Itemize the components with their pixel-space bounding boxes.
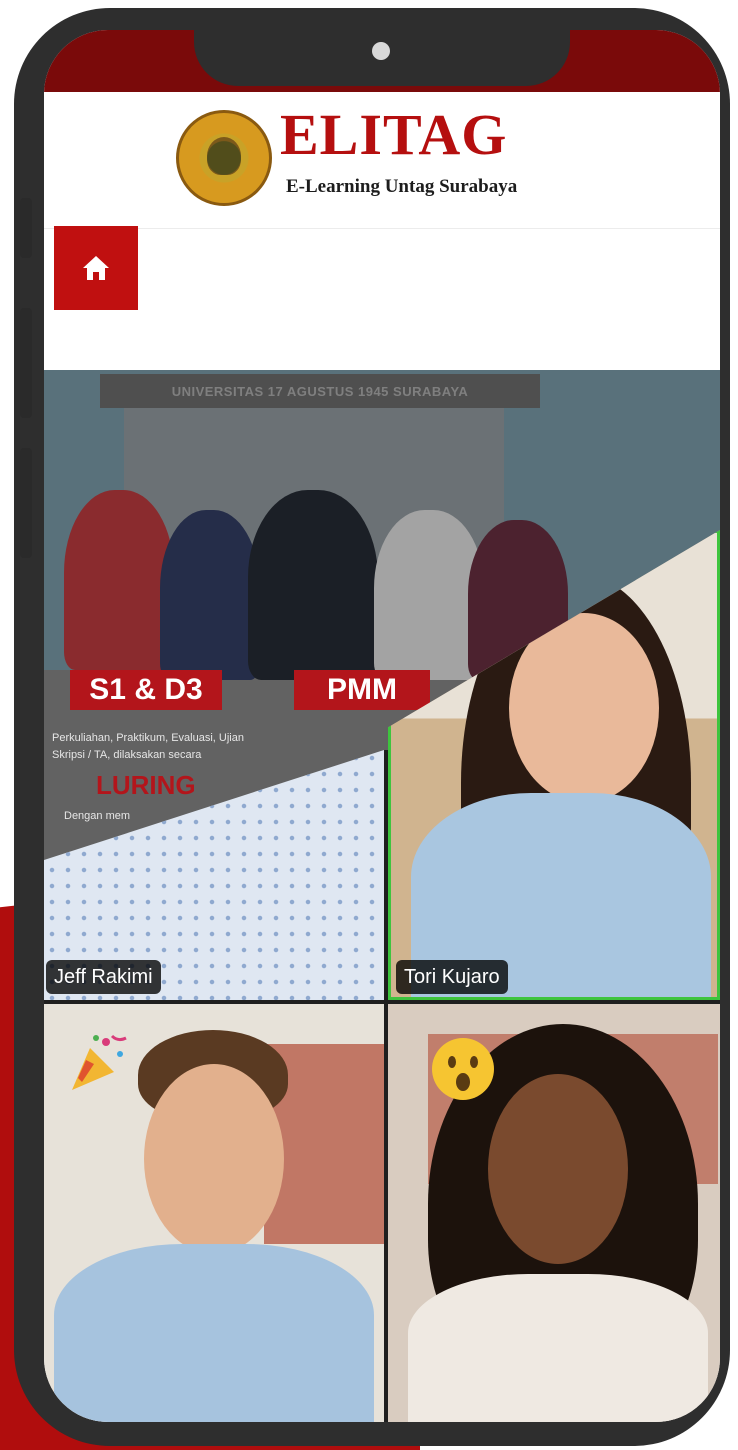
party-popper-icon xyxy=(66,1030,132,1096)
hero-banner: UNIVERSITAS 17 AGUSTUS 1945 SURABAYA S1 … xyxy=(44,370,720,1422)
site-header: ELITAG E-Learning Untag Surabaya xyxy=(44,92,720,229)
participant-face xyxy=(509,613,659,803)
brand-subtitle: E-Learning Untag Surabaya xyxy=(286,176,518,197)
surprised-face-icon xyxy=(430,1036,496,1102)
university-seal-logo xyxy=(176,110,272,206)
participant-name-label: Tori Kujaro xyxy=(396,960,508,994)
phone-side-button xyxy=(20,308,32,418)
home-icon xyxy=(83,256,109,280)
participant-name-label: Jeff Rakimi xyxy=(46,960,161,994)
brand-title: ELITAG xyxy=(280,102,508,167)
home-button[interactable] xyxy=(54,226,138,310)
participant-shirt xyxy=(408,1274,708,1422)
participant-face xyxy=(488,1074,628,1264)
front-camera-icon xyxy=(372,42,390,60)
participant-face xyxy=(144,1064,284,1254)
phone-side-button xyxy=(20,198,32,258)
video-call-grid: Jeff Rakimi Tori Kujaro xyxy=(44,370,720,1422)
phone-notch xyxy=(194,30,570,86)
phone-side-button xyxy=(20,448,32,558)
participant-shirt xyxy=(54,1244,374,1422)
participant-tile-tori[interactable] xyxy=(388,530,720,1000)
phone-screen: ELITAG E-Learning Untag Surabaya UNIVERS… xyxy=(44,30,720,1422)
